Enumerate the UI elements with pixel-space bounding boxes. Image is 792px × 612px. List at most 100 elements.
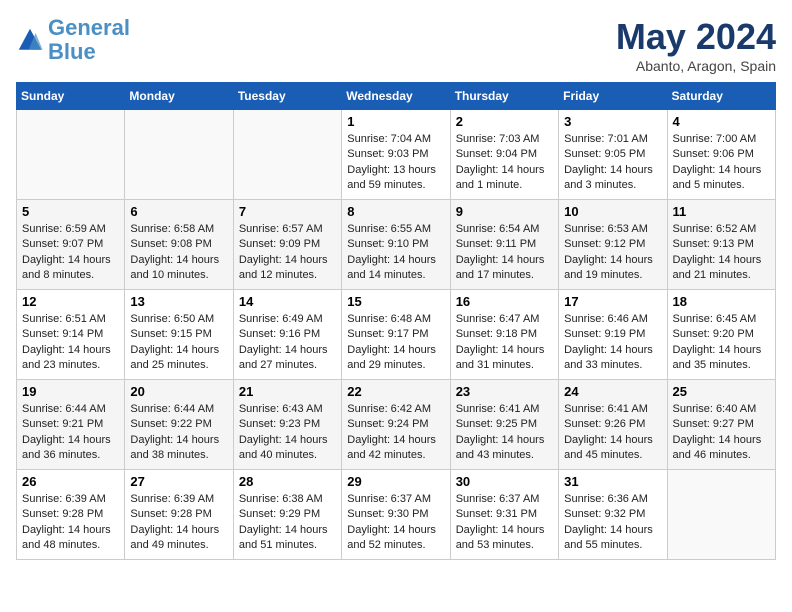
day-number: 16 (456, 294, 553, 309)
day-number: 31 (564, 474, 661, 489)
day-number: 17 (564, 294, 661, 309)
calendar-cell: 26 Sunrise: 6:39 AMSunset: 9:28 PMDayligh… (17, 470, 125, 560)
calendar-week-1: 1 Sunrise: 7:04 AMSunset: 9:03 PMDaylight… (17, 110, 776, 200)
calendar-week-5: 26 Sunrise: 6:39 AMSunset: 9:28 PMDayligh… (17, 470, 776, 560)
calendar-cell (233, 110, 341, 200)
calendar-cell (125, 110, 233, 200)
calendar-cell: 23 Sunrise: 6:41 AMSunset: 9:25 PMDayligh… (450, 380, 558, 470)
day-info: Sunrise: 6:41 AMSunset: 9:25 PMDaylight:… (456, 402, 553, 464)
logo-line2: Blue (48, 39, 96, 64)
calendar-cell: 30Sunrise: 6:37 AMSunset: 9:31 PMDayligh… (450, 470, 558, 560)
day-info: Sunrise: 6:46 AMSunset: 9:19 PMDaylight:… (564, 312, 661, 374)
day-number: 13 (130, 294, 227, 309)
calendar-cell: 27 Sunrise: 6:39 AMSunset: 9:28 PMDayligh… (125, 470, 233, 560)
day-number: 24 (564, 384, 661, 399)
calendar-cell: 15Sunrise: 6:48 AMSunset: 9:17 PMDayligh… (342, 290, 450, 380)
day-number: 9 (456, 204, 553, 219)
calendar-week-2: 5 Sunrise: 6:59 AMSunset: 9:07 PMDaylight… (17, 200, 776, 290)
calendar-cell: 25 Sunrise: 6:40 AMSunset: 9:27 PMDayligh… (667, 380, 775, 470)
day-info: Sunrise: 6:52 AMSunset: 9:13 PMDaylight:… (673, 222, 770, 284)
logo-text: General Blue (48, 16, 130, 64)
day-info: Sunrise: 6:58 AMSunset: 9:08 PMDaylight:… (130, 222, 227, 284)
day-number: 1 (347, 114, 444, 129)
day-number: 26 (22, 474, 119, 489)
day-number: 30 (456, 474, 553, 489)
location-subtitle: Abanto, Aragon, Spain (616, 58, 776, 74)
day-number: 14 (239, 294, 336, 309)
day-info: Sunrise: 6:53 AMSunset: 9:12 PMDaylight:… (564, 222, 661, 284)
calendar-cell: 19 Sunrise: 6:44 AMSunset: 9:21 PMDayligh… (17, 380, 125, 470)
days-header-row: SundayMondayTuesdayWednesdayThursdayFrid… (17, 83, 776, 110)
day-info: Sunrise: 6:36 AMSunset: 9:32 PMDaylight:… (564, 492, 661, 554)
day-header-sunday: Sunday (17, 83, 125, 110)
calendar-cell: 5 Sunrise: 6:59 AMSunset: 9:07 PMDaylight… (17, 200, 125, 290)
calendar-cell (667, 470, 775, 560)
calendar-cell: 9 Sunrise: 6:54 AMSunset: 9:11 PMDaylight… (450, 200, 558, 290)
day-number: 2 (456, 114, 553, 129)
calendar-cell: 22 Sunrise: 6:42 AMSunset: 9:24 PMDayligh… (342, 380, 450, 470)
calendar-cell: 11 Sunrise: 6:52 AMSunset: 9:13 PMDayligh… (667, 200, 775, 290)
calendar-cell: 1 Sunrise: 7:04 AMSunset: 9:03 PMDaylight… (342, 110, 450, 200)
calendar-cell: 20 Sunrise: 6:44 AMSunset: 9:22 PMDayligh… (125, 380, 233, 470)
day-number: 23 (456, 384, 553, 399)
day-number: 27 (130, 474, 227, 489)
day-info: Sunrise: 6:43 AMSunset: 9:23 PMDaylight:… (239, 402, 336, 464)
calendar-cell: 3Sunrise: 7:01 AMSunset: 9:05 PMDaylight… (559, 110, 667, 200)
day-info: Sunrise: 6:37 AMSunset: 9:30 PMDaylight:… (347, 492, 444, 554)
day-number: 22 (347, 384, 444, 399)
day-info: Sunrise: 6:40 AMSunset: 9:27 PMDaylight:… (673, 402, 770, 464)
day-info: Sunrise: 6:44 AMSunset: 9:21 PMDaylight:… (22, 402, 119, 464)
day-number: 10 (564, 204, 661, 219)
day-header-monday: Monday (125, 83, 233, 110)
logo: General Blue (16, 16, 130, 64)
day-header-friday: Friday (559, 83, 667, 110)
day-number: 12 (22, 294, 119, 309)
day-number: 19 (22, 384, 119, 399)
day-info: Sunrise: 6:39 AMSunset: 9:28 PMDaylight:… (22, 492, 119, 554)
calendar-cell: 31 Sunrise: 6:36 AMSunset: 9:32 PMDayligh… (559, 470, 667, 560)
day-info: Sunrise: 6:57 AMSunset: 9:09 PMDaylight:… (239, 222, 336, 284)
day-info: Sunrise: 6:50 AMSunset: 9:15 PMDaylight:… (130, 312, 227, 374)
calendar-cell: 17 Sunrise: 6:46 AMSunset: 9:19 PMDayligh… (559, 290, 667, 380)
day-info: Sunrise: 6:44 AMSunset: 9:22 PMDaylight:… (130, 402, 227, 464)
day-info: Sunrise: 6:54 AMSunset: 9:11 PMDaylight:… (456, 222, 553, 284)
calendar-cell: 24 Sunrise: 6:41 AMSunset: 9:26 PMDayligh… (559, 380, 667, 470)
day-info: Sunrise: 7:04 AMSunset: 9:03 PMDaylight:… (347, 132, 444, 194)
day-number: 20 (130, 384, 227, 399)
calendar-cell: 13 Sunrise: 6:50 AMSunset: 9:15 PMDayligh… (125, 290, 233, 380)
day-info: Sunrise: 6:38 AMSunset: 9:29 PMDaylight:… (239, 492, 336, 554)
day-header-tuesday: Tuesday (233, 83, 341, 110)
day-info: Sunrise: 6:51 AMSunset: 9:14 PMDaylight:… (22, 312, 119, 374)
day-header-thursday: Thursday (450, 83, 558, 110)
day-info: Sunrise: 6:47 AMSunset: 9:18 PMDaylight:… (456, 312, 553, 374)
day-info: Sunrise: 6:42 AMSunset: 9:24 PMDaylight:… (347, 402, 444, 464)
day-number: 11 (673, 204, 770, 219)
calendar-cell: 12 Sunrise: 6:51 AMSunset: 9:14 PMDayligh… (17, 290, 125, 380)
logo-line1: General (48, 15, 130, 40)
calendar-cell: 29Sunrise: 6:37 AMSunset: 9:30 PMDayligh… (342, 470, 450, 560)
month-title: May 2024 (616, 16, 776, 58)
calendar-cell: 10 Sunrise: 6:53 AMSunset: 9:12 PMDayligh… (559, 200, 667, 290)
day-number: 4 (673, 114, 770, 129)
day-info: Sunrise: 6:41 AMSunset: 9:26 PMDaylight:… (564, 402, 661, 464)
title-block: May 2024 Abanto, Aragon, Spain (616, 16, 776, 74)
calendar-cell: 6 Sunrise: 6:58 AMSunset: 9:08 PMDaylight… (125, 200, 233, 290)
day-number: 25 (673, 384, 770, 399)
calendar-cell: 21Sunrise: 6:43 AMSunset: 9:23 PMDayligh… (233, 380, 341, 470)
day-number: 7 (239, 204, 336, 219)
logo-icon (16, 26, 44, 54)
day-info: Sunrise: 6:55 AMSunset: 9:10 PMDaylight:… (347, 222, 444, 284)
day-info: Sunrise: 6:45 AMSunset: 9:20 PMDaylight:… (673, 312, 770, 374)
calendar-cell: 18Sunrise: 6:45 AMSunset: 9:20 PMDayligh… (667, 290, 775, 380)
day-header-saturday: Saturday (667, 83, 775, 110)
day-info: Sunrise: 7:01 AMSunset: 9:05 PMDaylight:… (564, 132, 661, 194)
day-info: Sunrise: 6:39 AMSunset: 9:28 PMDaylight:… (130, 492, 227, 554)
calendar-week-3: 12 Sunrise: 6:51 AMSunset: 9:14 PMDayligh… (17, 290, 776, 380)
day-info: Sunrise: 6:49 AMSunset: 9:16 PMDaylight:… (239, 312, 336, 374)
calendar-cell: 7 Sunrise: 6:57 AMSunset: 9:09 PMDaylight… (233, 200, 341, 290)
day-info: Sunrise: 6:59 AMSunset: 9:07 PMDaylight:… (22, 222, 119, 284)
day-number: 6 (130, 204, 227, 219)
calendar-cell: 4Sunrise: 7:00 AMSunset: 9:06 PMDaylight… (667, 110, 775, 200)
day-number: 28 (239, 474, 336, 489)
day-number: 5 (22, 204, 119, 219)
